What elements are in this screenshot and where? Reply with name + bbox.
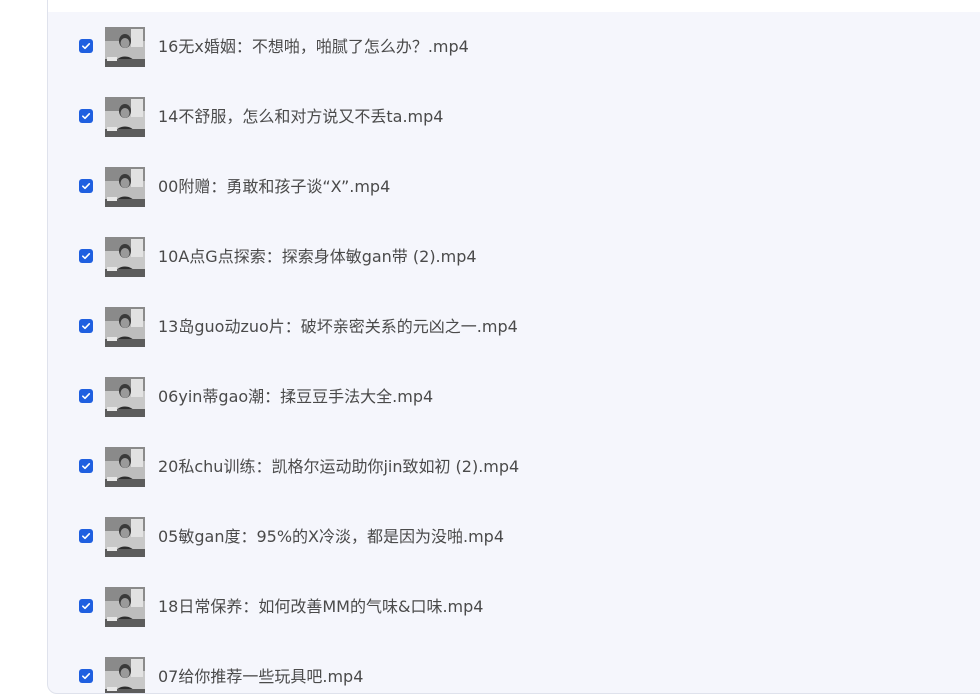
file-checkbox[interactable]	[79, 179, 93, 193]
video-thumbnail	[105, 377, 145, 417]
file-row[interactable]: 20私chu训练：凯格尔运动助你jin致如初 (2).mp4	[48, 432, 980, 502]
file-checkbox[interactable]	[79, 529, 93, 543]
file-row[interactable]: 06yin蒂gao潮：揉豆豆手法大全.mp4	[48, 362, 980, 432]
file-checkbox[interactable]	[79, 319, 93, 333]
file-name: 07给你推荐一些玩具吧.mp4	[158, 667, 364, 686]
file-name: 05敏gan度：95%的X冷淡，都是因为没啪.mp4	[158, 527, 504, 546]
file-checkbox[interactable]	[79, 669, 93, 683]
file-row[interactable]: 00附赠：勇敢和孩子谈“X”.mp4	[48, 152, 980, 222]
file-checkbox[interactable]	[79, 109, 93, 123]
file-name: 20私chu训练：凯格尔运动助你jin致如初 (2).mp4	[158, 457, 520, 476]
video-thumbnail	[105, 97, 145, 137]
checkmark-icon	[82, 253, 91, 260]
video-thumbnail	[105, 517, 145, 557]
file-name: 06yin蒂gao潮：揉豆豆手法大全.mp4	[158, 387, 434, 406]
file-row[interactable]: 07给你推荐一些玩具吧.mp4	[48, 642, 980, 693]
file-checkbox[interactable]	[79, 39, 93, 53]
file-row[interactable]: 05敏gan度：95%的X冷淡，都是因为没啪.mp4	[48, 502, 980, 572]
file-checkbox[interactable]	[79, 389, 93, 403]
panel-header-strip	[48, 0, 980, 12]
video-thumbnail	[105, 657, 145, 693]
file-name: 13岛guo动zuo片：破坏亲密关系的元凶之一.mp4	[158, 317, 518, 336]
checkmark-icon	[82, 603, 91, 610]
file-name: 14不舒服，怎么和对方说又不丢ta.mp4	[158, 107, 444, 126]
file-checkbox[interactable]	[79, 249, 93, 263]
video-thumbnail	[105, 27, 145, 67]
checkmark-icon	[82, 43, 91, 50]
checkmark-icon	[82, 323, 91, 330]
checkmark-icon	[82, 393, 91, 400]
file-name: 16无x婚姻：不想啪，啪腻了怎么办？.mp4	[158, 37, 469, 56]
video-thumbnail	[105, 167, 145, 207]
file-row[interactable]: 10A点G点探索：探索身体敏gan带 (2).mp4	[48, 222, 980, 292]
file-row[interactable]: 13岛guo动zuo片：破坏亲密关系的元凶之一.mp4	[48, 292, 980, 362]
file-row[interactable]: 14不舒服，怎么和对方说又不丢ta.mp4	[48, 82, 980, 152]
file-name: 10A点G点探索：探索身体敏gan带 (2).mp4	[158, 247, 477, 266]
checkmark-icon	[82, 463, 91, 470]
file-row[interactable]: 16无x婚姻：不想啪，啪腻了怎么办？.mp4	[48, 12, 980, 82]
file-checkbox[interactable]	[79, 599, 93, 613]
checkmark-icon	[82, 533, 91, 540]
checkmark-icon	[82, 673, 91, 680]
video-thumbnail	[105, 307, 145, 347]
file-list-panel: 16无x婚姻：不想啪，啪腻了怎么办？.mp4 14不舒服，怎么和对方说又不丢ta.…	[47, 0, 980, 694]
checkmark-icon	[82, 113, 91, 120]
video-thumbnail	[105, 447, 145, 487]
file-row[interactable]: 18日常保养：如何改善MM的气味&口味.mp4	[48, 572, 980, 642]
file-name: 00附赠：勇敢和孩子谈“X”.mp4	[158, 177, 391, 196]
file-list: 16无x婚姻：不想啪，啪腻了怎么办？.mp4 14不舒服，怎么和对方说又不丢ta.…	[48, 12, 980, 693]
file-name: 18日常保养：如何改善MM的气味&口味.mp4	[158, 597, 484, 616]
file-checkbox[interactable]	[79, 459, 93, 473]
video-thumbnail	[105, 587, 145, 627]
checkmark-icon	[82, 183, 91, 190]
video-thumbnail	[105, 237, 145, 277]
